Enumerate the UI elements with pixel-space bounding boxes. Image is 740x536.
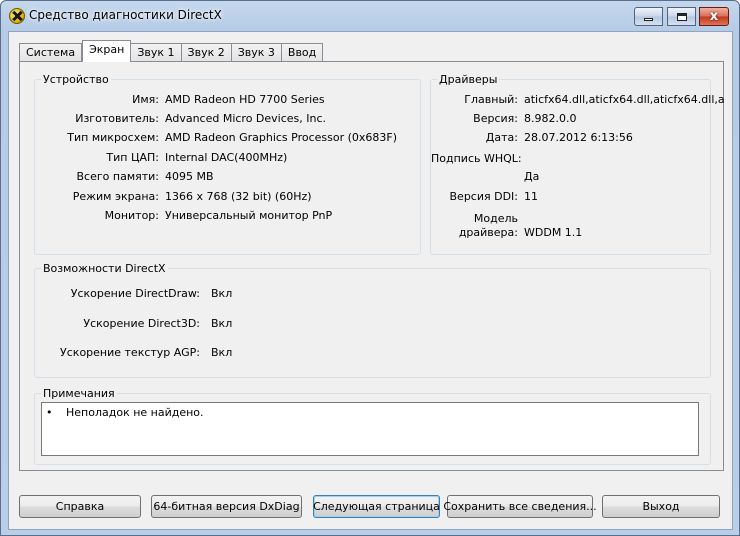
minimize-icon — [644, 18, 653, 21]
ddi-version-label: Версия DDI: — [449, 190, 519, 203]
driver-model-row: драйвера: WDDM 1.1 — [431, 226, 710, 241]
device-name-value: AMD Radeon HD 7700 Series — [165, 93, 325, 106]
direct3d-value: Вкл — [211, 317, 233, 330]
window-title: Средство диагностики DirectX — [29, 8, 222, 22]
tab-display[interactable]: Экран — [82, 40, 132, 62]
tab-sound-1[interactable]: Звук 1 — [131, 43, 182, 62]
total-memory-label: Всего памяти: — [76, 170, 159, 183]
whql-value: Да — [524, 170, 540, 183]
tab-system[interactable]: Система — [19, 43, 83, 62]
device-group: Устройство Имя: AMD Radeon HD 7700 Serie… — [34, 73, 421, 255]
tab-input[interactable]: Ввод — [281, 43, 324, 62]
total-memory-value: 4095 MB — [165, 170, 214, 183]
monitor-value: Универсальный монитор PnP — [165, 209, 333, 222]
main-driver-row: Главный: aticfx64.dll,aticfx64.dll,aticf… — [431, 93, 724, 108]
driver-version-label: Версия: — [473, 112, 518, 125]
display-mode-label: Режим экрана: — [72, 190, 159, 203]
driver-model-label-2: драйвера: — [458, 226, 518, 239]
driver-model-value: WDDM 1.1 — [524, 226, 583, 239]
main-driver-label: Главный: — [464, 93, 518, 106]
manufacturer-row: Изготовитель: Advanced Micro Devices, In… — [35, 112, 420, 127]
monitor-row: Монитор: Универсальный монитор PnP — [35, 209, 420, 224]
ddi-version-value: 11 — [524, 190, 538, 203]
monitor-label: Монитор: — [104, 209, 159, 222]
main-driver-value: aticfx64.dll,aticfx64.dll,aticfx64.dll,a — [524, 93, 725, 106]
maximize-icon — [676, 12, 687, 21]
agp-value: Вкл — [211, 346, 233, 359]
tab-sound-2[interactable]: Звук 2 — [181, 43, 232, 62]
client-area: Система Экран Звук 1 Звук 2 Звук 3 Ввод … — [8, 31, 733, 530]
driver-date-label: Дата: — [485, 131, 518, 144]
drivers-group: Драйверы Главный: aticfx64.dll,aticfx64.… — [430, 73, 725, 255]
title-bar[interactable]: Средство диагностики DirectX x — [1, 1, 739, 31]
directdraw-value: Вкл — [211, 287, 233, 300]
notes-text: Неполадок не найдено. — [66, 406, 204, 419]
help-button[interactable]: Справка — [19, 495, 141, 518]
notes-bullet: • — [46, 406, 53, 419]
notes-group: Примечания • Неполадок не найдено. — [34, 387, 711, 465]
driver-date-row: Дата: 28.07.2012 6:13:56 — [431, 131, 710, 146]
dxdiag-64bit-button[interactable]: 64-битная версия DxDiag — [151, 495, 302, 518]
ddi-version-row: Версия DDI: 11 — [431, 190, 710, 205]
dxdiag-window: Средство диагностики DirectX x Система Э… — [0, 0, 740, 536]
display-mode-value: 1366 x 768 (32 bit) (60Hz) — [165, 190, 312, 203]
agp-label: Ускорение текстур AGP: — [60, 346, 200, 359]
directdraw-row: Ускорение DirectDraw: Вкл — [35, 287, 710, 302]
manufacturer-value: Advanced Micro Devices, Inc. — [165, 112, 327, 125]
agp-row: Ускорение текстур AGP: Вкл — [35, 346, 710, 361]
driver-model-label-1: Модель — [473, 212, 518, 225]
maximize-button[interactable] — [667, 7, 696, 26]
dac-type-row: Тип ЦАП: Internal DAC(400MHz) — [35, 151, 420, 166]
driver-date-value: 28.07.2012 6:13:56 — [524, 131, 633, 144]
directx-features-title: Возможности DirectX — [41, 262, 168, 275]
direct3d-label: Ускорение Direct3D: — [83, 317, 200, 330]
dac-type-label: Тип ЦАП: — [106, 151, 159, 164]
close-icon: x — [709, 9, 719, 24]
driver-model-label-row: Модель — [431, 212, 710, 227]
tab-strip: Система Экран Звук 1 Звук 2 Звук 3 Ввод — [19, 40, 324, 62]
save-all-info-button[interactable]: Сохранить все сведения... — [443, 495, 597, 518]
chip-type-row: Тип микросхем: AMD Radeon Graphics Proce… — [35, 131, 420, 146]
display-mode-row: Режим экрана: 1366 x 768 (32 bit) (60Hz) — [35, 190, 420, 205]
next-page-button[interactable]: Следующая страница — [313, 495, 440, 518]
driver-version-value: 8.982.0.0 — [524, 112, 577, 125]
notes-textbox[interactable]: • Неполадок не найдено. — [41, 402, 699, 456]
driver-version-row: Версия: 8.982.0.0 — [431, 112, 710, 127]
chip-type-label: Тип микросхем: — [67, 131, 159, 144]
chip-type-value: AMD Radeon Graphics Processor (0x683F) — [165, 131, 398, 144]
directx-features-group: Возможности DirectX Ускорение DirectDraw… — [34, 262, 711, 378]
tab-sound-3[interactable]: Звук 3 — [231, 43, 282, 62]
total-memory-row: Всего памяти: 4095 MB — [35, 170, 420, 185]
device-group-title: Устройство — [41, 73, 111, 86]
device-name-label: Имя: — [132, 93, 159, 106]
close-button[interactable]: x — [699, 7, 729, 26]
whql-value-row: Да — [431, 170, 710, 185]
minimize-button[interactable] — [634, 7, 663, 26]
notes-title: Примечания — [41, 387, 117, 400]
whql-label: Подпись WHQL: — [431, 152, 522, 165]
dac-type-value: Internal DAC(400MHz) — [165, 151, 288, 164]
whql-row: Подпись WHQL: — [431, 152, 710, 167]
manufacturer-label: Изготовитель: — [75, 112, 159, 125]
exit-button[interactable]: Выход — [602, 495, 720, 518]
drivers-group-title: Драйверы — [437, 73, 500, 86]
directx-app-icon — [9, 8, 25, 24]
directdraw-label: Ускорение DirectDraw: — [70, 287, 200, 300]
direct3d-row: Ускорение Direct3D: Вкл — [35, 317, 710, 332]
display-tab-panel: Устройство Имя: AMD Radeon HD 7700 Serie… — [19, 61, 725, 471]
device-name-row: Имя: AMD Radeon HD 7700 Series — [35, 93, 420, 108]
